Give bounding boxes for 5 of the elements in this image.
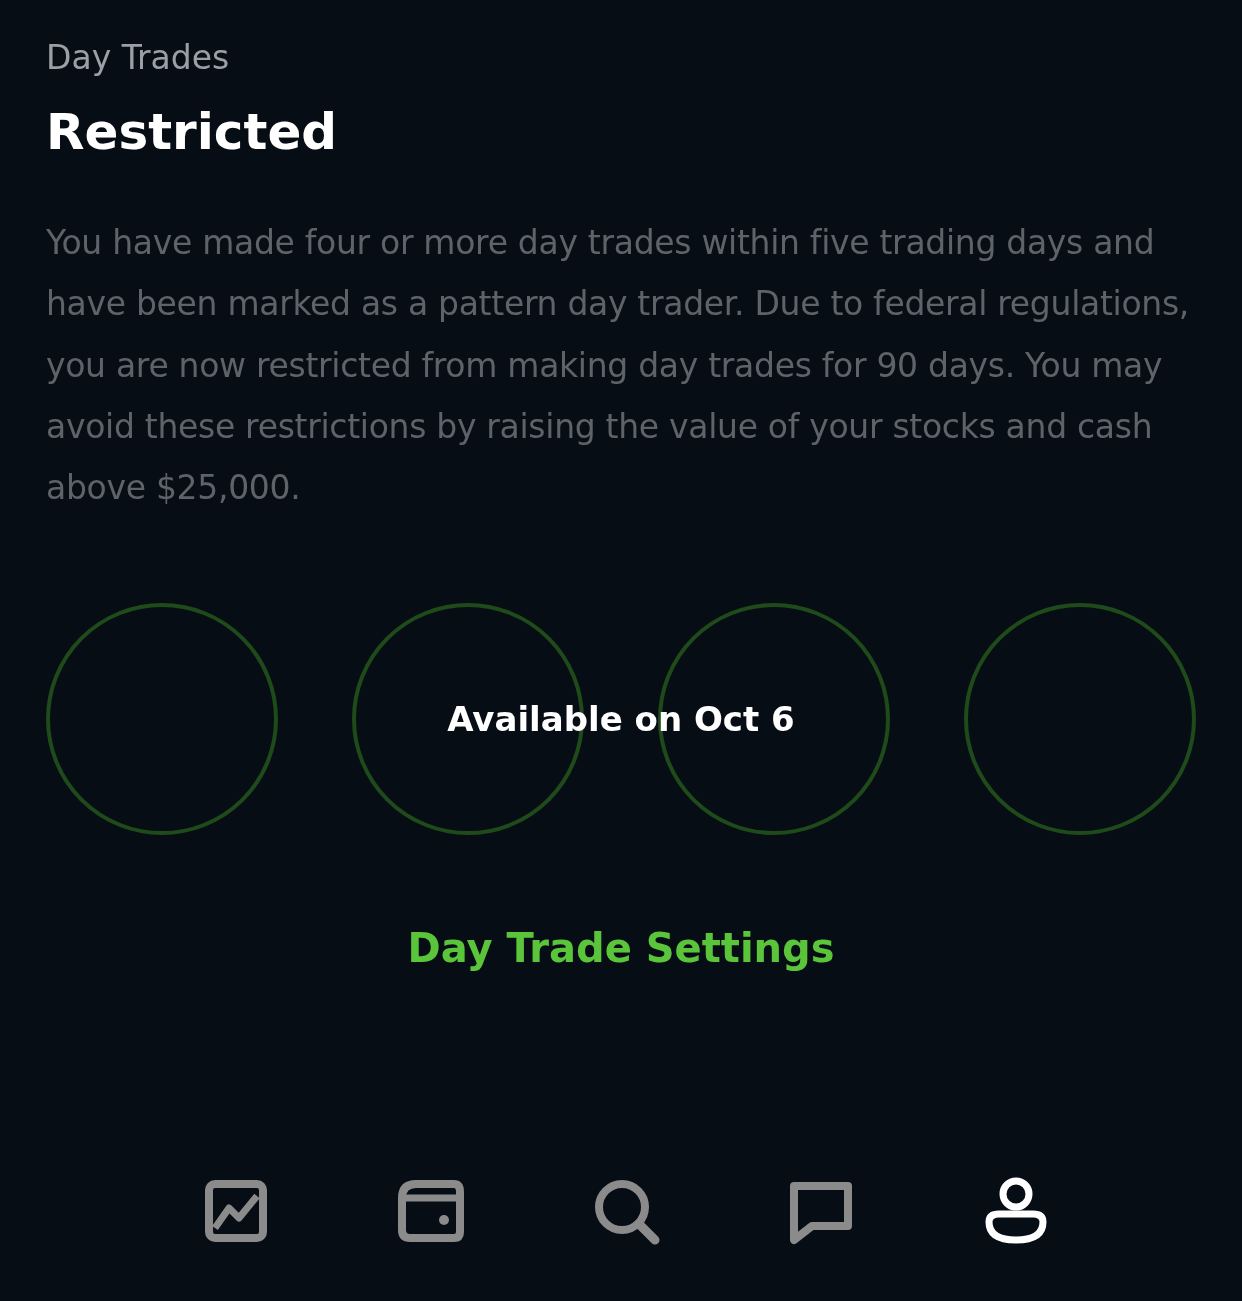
- description-paragraph: You have made four or more day trades within five trading days and have been marked as a pattern day trader. Due to federal regulations, you are now restricted from making day trades for 90 days. You may avoid these restrictions by raising the value of your stocks and cash above $25,000.: [46, 222, 1191, 510]
- day-trade-settings-link[interactable]: Day Trade Settings: [407, 925, 835, 972]
- availability-text: Available on Oct 6: [447, 698, 795, 742]
- status-title: Restricted: [46, 102, 339, 162]
- section-label: Day Trades: [46, 37, 231, 79]
